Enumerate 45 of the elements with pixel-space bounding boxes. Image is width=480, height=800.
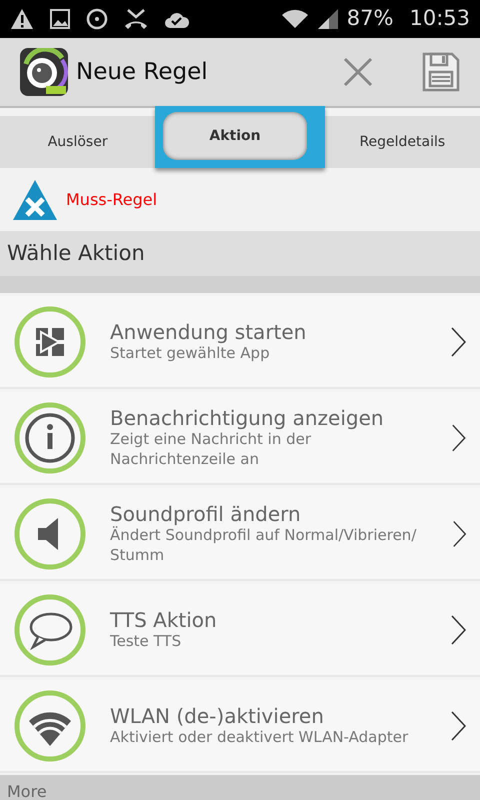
chevron-right-icon [450,710,466,740]
speech-bubble-icon [14,594,86,666]
tab[interactable]: Aktion [155,106,325,168]
tab[interactable]: Auslöser [0,116,156,168]
action-title: Soundprofil ändern [110,502,302,526]
triangle-cross-icon [12,178,58,220]
action-item[interactable]: Anwendung starten Startet gewählte App [0,296,480,389]
chevron-right-icon [450,614,466,644]
action-title: WLAN (de-)aktivieren [110,704,325,728]
action-title: TTS Aktion [110,608,218,632]
wifi-icon [14,690,86,762]
action-description: Zeigt eine Nachricht in der Nachrichtenzeile an [110,430,312,469]
action-item[interactable]: Soundprofil ändern Ändert Soundprofil auf Normal/Vibrieren/ Stumm [0,488,480,581]
action-item[interactable]: TTS Aktion Teste TTS [0,584,480,677]
chevron-right-icon [452,518,466,548]
image-icon [50,9,70,29]
signal-icon [316,8,339,30]
close-icon [342,56,374,88]
close-button[interactable] [342,56,374,88]
info-icon [14,402,86,474]
missed-call-icon [124,8,148,30]
action-description: Teste TTS [110,632,182,652]
chevron-right-icon [450,326,466,356]
section-header: Wähle Aktion [0,231,480,276]
action-title: Benachrichtigung anzeigen [110,406,385,430]
action-title: Anwendung starten [110,320,308,344]
action-item[interactable]: WLAN (de-)aktivieren Aktiviert oder deaktivert WLAN-Adapter [0,680,480,773]
action-description: Aktiviert oder deaktivert WLAN-Adapter [110,728,410,748]
app-logo-icon [20,48,68,96]
speaker-icon [14,498,86,570]
group-header: More [0,775,480,800]
battery-level: 87% [346,5,394,32]
save-button[interactable] [422,52,460,92]
action-description: Ändert Soundprofil auf Normal/Vibrieren/ Stumm [110,526,418,565]
app-launch-icon [14,306,86,378]
warning-icon [10,8,34,30]
action-description: Startet gewählte App [110,344,271,364]
wifi-icon [280,9,309,29]
target-icon [86,8,108,30]
chevron-right-icon [451,422,466,452]
clock: 10:53 [409,5,470,32]
rule-type-label: Muss-Regel [66,188,158,210]
action-item[interactable]: Benachrichtigung anzeigen Zeigt eine Nachricht in der Nachrichtenzeile an [0,392,480,485]
screen-title: Neue Regel [76,58,208,87]
tab[interactable]: Regeldetails [324,116,480,168]
